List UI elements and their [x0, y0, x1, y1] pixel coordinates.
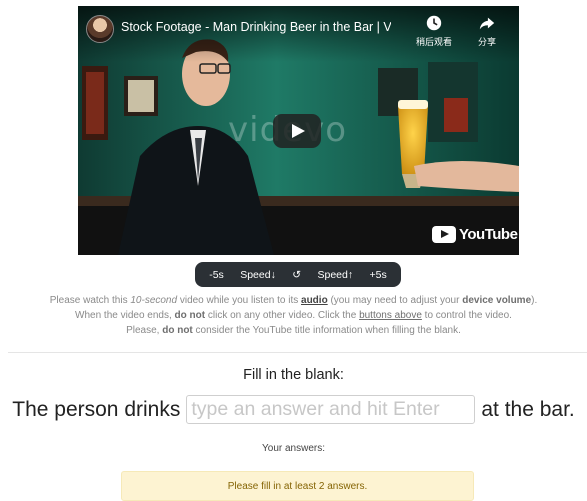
divider	[8, 352, 587, 353]
watch-later-label: 稍后观看	[415, 37, 452, 47]
play-button[interactable]	[273, 114, 321, 148]
replay-button[interactable]: ↺	[289, 269, 304, 281]
task-heading: Fill in the blank:	[243, 367, 344, 383]
watch-later-button[interactable]: 稍后观看	[410, 14, 458, 48]
video-title[interactable]: Stock Footage - Man Drinking Beer in the…	[121, 20, 391, 34]
forward-5s-button[interactable]: +5s	[367, 269, 390, 281]
youtube-play-icon	[432, 226, 456, 243]
clock-icon	[426, 15, 442, 31]
share-button[interactable]: 分享	[463, 14, 511, 48]
answer-input[interactable]	[186, 395, 476, 424]
video-player[interactable]: Stock Footage - Man Drinking Beer in the…	[78, 6, 519, 255]
instruction-line-1: Please watch this 10-second video while …	[49, 295, 538, 306]
fill-in-sentence: The person drinks at the bar.	[0, 395, 587, 424]
channel-avatar[interactable]	[86, 15, 114, 43]
sentence-before: The person drinks	[12, 397, 181, 421]
youtube-logo-text: YouTube	[459, 226, 518, 243]
rewind-5s-button[interactable]: -5s	[206, 269, 227, 281]
sentence-after: at the bar.	[481, 397, 575, 421]
speed-up-button[interactable]: Speed↑	[315, 269, 357, 281]
instructions: Please watch this 10-second video while …	[0, 293, 587, 338]
instruction-line-2: When the video ends, do not click on any…	[75, 310, 512, 321]
video-controls: -5s Speed↓ ↺ Speed↑ +5s	[195, 262, 401, 287]
answers-label: Your answers:	[262, 443, 325, 454]
min-answers-alert: Please fill in at least 2 answers.	[121, 471, 474, 501]
speed-down-button[interactable]: Speed↓	[237, 269, 279, 281]
play-icon	[292, 124, 305, 138]
youtube-logo[interactable]: YouTube	[432, 226, 518, 243]
instruction-line-3: Please, do not consider the YouTube titl…	[126, 325, 461, 336]
share-icon	[479, 17, 495, 30]
share-label: 分享	[477, 37, 496, 47]
